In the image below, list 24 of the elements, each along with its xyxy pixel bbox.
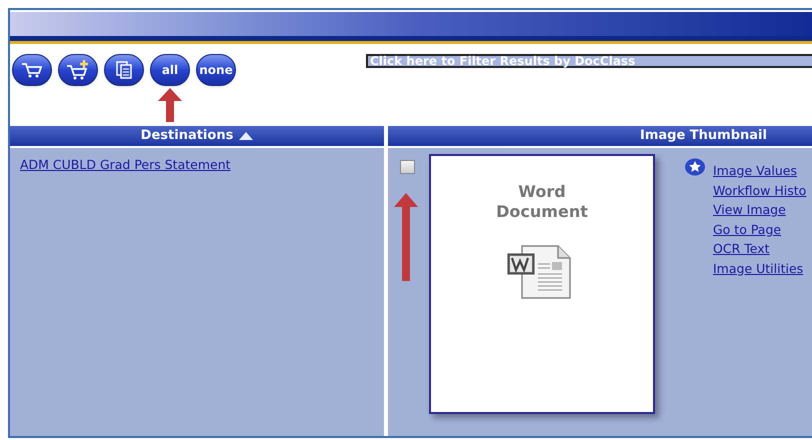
column-header[interactable]: Destinations bbox=[10, 126, 384, 148]
image-action-link[interactable]: Image Utilities bbox=[713, 258, 806, 278]
pages-icon bbox=[116, 61, 132, 79]
image-action-link[interactable]: View Image bbox=[713, 200, 806, 220]
image-action-link[interactable]: Workflow Histo bbox=[713, 180, 806, 200]
select-button[interactable]: all bbox=[150, 54, 190, 86]
cart-add-icon bbox=[66, 60, 90, 80]
document-card[interactable]: Word Document bbox=[429, 154, 655, 414]
cart-button[interactable] bbox=[12, 54, 52, 86]
image-action-link[interactable]: Go to Page bbox=[713, 220, 806, 239]
arrow-icon bbox=[158, 88, 182, 122]
pages-button[interactable] bbox=[104, 54, 144, 86]
card-title: Word Document bbox=[495, 182, 589, 222]
column-header: Image Thumbnail bbox=[388, 126, 812, 148]
image-action-link[interactable]: OCR Text bbox=[713, 239, 806, 258]
select-button[interactable]: none bbox=[196, 54, 236, 86]
arrow-icon bbox=[394, 193, 418, 281]
cart-add-button[interactable] bbox=[58, 54, 98, 86]
cart-icon bbox=[21, 62, 43, 78]
sort-up-icon[interactable] bbox=[239, 132, 254, 140]
checkbox[interactable] bbox=[400, 160, 415, 174]
header-label: Destinations bbox=[140, 127, 234, 146]
image-action-link[interactable]: Image Values bbox=[713, 161, 806, 180]
destination-link[interactable]: ADM CUBLD Grad Pers Statement bbox=[20, 156, 231, 175]
